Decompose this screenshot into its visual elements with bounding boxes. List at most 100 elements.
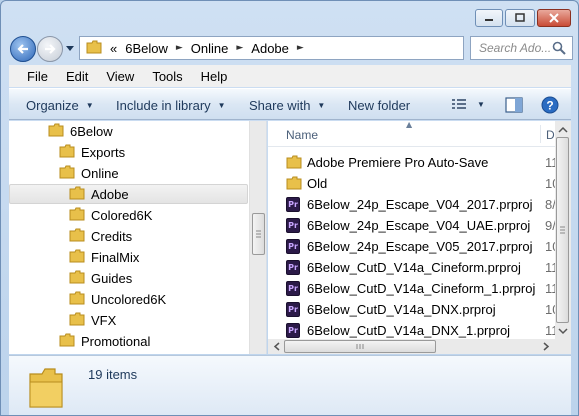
- column-header-date[interactable]: D: [546, 128, 555, 142]
- chevron-down-icon: ▼: [317, 101, 326, 110]
- organize-button[interactable]: Organize ▼: [26, 98, 94, 113]
- share-with-button[interactable]: Share with ▼: [249, 98, 325, 113]
- tree-item-uncolored6k[interactable]: Uncolored6K: [69, 289, 166, 309]
- minimize-button[interactable]: [475, 9, 503, 27]
- folder-icon: [59, 333, 75, 350]
- forward-button[interactable]: [37, 36, 63, 62]
- back-button[interactable]: [10, 36, 36, 62]
- tree-item-label: Online: [81, 165, 119, 181]
- menu-tools[interactable]: Tools: [143, 69, 191, 84]
- tree-item-vfx[interactable]: VFX: [69, 310, 116, 330]
- breadcrumb-adobe[interactable]: Adobe: [251, 41, 289, 56]
- menu-edit[interactable]: Edit: [57, 69, 97, 84]
- include-in-library-button[interactable]: Include in library ▼: [116, 98, 226, 113]
- breadcrumb-online[interactable]: Online: [191, 41, 229, 56]
- tree-item-label: Uncolored6K: [91, 291, 167, 307]
- tree-item-exports[interactable]: Exports: [59, 142, 125, 162]
- address-bar[interactable]: « 6Below ► Online ► Adobe ►: [79, 36, 537, 60]
- folder-icon: [69, 291, 85, 308]
- chevron-down-icon: ▼: [217, 101, 226, 110]
- new-folder-label: New folder: [348, 98, 411, 113]
- close-button[interactable]: [537, 9, 571, 27]
- search-icon[interactable]: [552, 41, 566, 58]
- folder-icon: [69, 249, 85, 266]
- folder-icon: [59, 144, 75, 161]
- menu-file[interactable]: File: [9, 69, 57, 84]
- scroll-down-icon[interactable]: [555, 324, 571, 338]
- tree-item-colored6k[interactable]: Colored6K: [69, 205, 152, 225]
- menu-view[interactable]: View: [97, 69, 143, 84]
- breadcrumb-separator-icon[interactable]: ►: [176, 43, 183, 53]
- breadcrumb-overflow[interactable]: «: [110, 41, 117, 56]
- scrollbar-thumb[interactable]: [252, 213, 265, 255]
- list-item[interactable]: Pr 6Below_CutD_V14a_DNX_1.prproj 11: [268, 320, 559, 341]
- tree-item-credits[interactable]: Credits: [69, 226, 132, 246]
- maximize-button[interactable]: [505, 9, 535, 27]
- folder-icon: [59, 165, 75, 182]
- preview-pane-button[interactable]: [505, 97, 523, 113]
- tree-item-label: Exports: [81, 144, 126, 160]
- help-button[interactable]: ?: [541, 96, 559, 114]
- scrollbar-thumb[interactable]: [284, 340, 436, 353]
- tree-item-6below[interactable]: 6Below: [48, 121, 113, 141]
- folder-icon: [69, 312, 85, 329]
- sort-ascending-icon: ▲: [406, 121, 413, 129]
- scroll-left-icon[interactable]: [270, 339, 284, 354]
- recent-pages-button[interactable]: [65, 43, 75, 55]
- tree-item-label: Credits: [91, 228, 133, 244]
- tree-item-guides[interactable]: Guides: [69, 268, 132, 288]
- premiere-project-icon: Pr: [286, 323, 300, 338]
- file-list-pane: ▲ Name D Adobe Premiere Pro Auto-Save 11…: [268, 121, 571, 354]
- preview-pane-icon: [505, 97, 523, 113]
- scroll-right-icon[interactable]: [539, 339, 553, 354]
- folder-icon: [86, 40, 102, 57]
- list-item[interactable]: Adobe Premiere Pro Auto-Save 11: [268, 152, 559, 173]
- menu-bar: File Edit View Tools Help: [9, 65, 571, 87]
- minimize-icon: [485, 19, 493, 21]
- list-item[interactable]: Pr 6Below_CutD_V14a_DNX.prproj 10: [268, 299, 559, 320]
- tree-item-finalmix[interactable]: FinalMix: [69, 247, 139, 267]
- tree-item-label: Guides: [91, 270, 133, 286]
- new-folder-button[interactable]: New folder: [348, 98, 410, 113]
- scrollbar-thumb[interactable]: [556, 137, 569, 323]
- breadcrumb-6below[interactable]: 6Below: [125, 41, 168, 56]
- list-item[interactable]: Pr 6Below_CutD_V14a_Cineform_1.prproj 11: [268, 278, 559, 299]
- list-item[interactable]: Pr 6Below_CutD_V14a_Cineform.prproj 11: [268, 257, 559, 278]
- folder-icon: [69, 207, 85, 224]
- list-item[interactable]: Old 10: [268, 173, 559, 194]
- menu-help[interactable]: Help: [192, 69, 237, 84]
- column-header-row: ▲ Name D: [268, 121, 571, 147]
- list-item[interactable]: Pr 6Below_24p_Escape_V04_UAE.prproj 9/: [268, 215, 556, 236]
- tree-item-promotional[interactable]: Promotional: [59, 331, 150, 351]
- file-name: Old: [307, 176, 328, 191]
- file-name: 6Below_CutD_V14a_DNX_1.prproj: [307, 323, 511, 338]
- breadcrumb-separator-icon[interactable]: ►: [236, 43, 243, 53]
- list-item[interactable]: Pr 6Below_24p_Escape_V04_2017.prproj 8/: [268, 194, 556, 215]
- premiere-project-icon: Pr: [286, 218, 300, 233]
- file-name: 6Below_24p_Escape_V04_2017.prproj: [307, 197, 533, 212]
- tree-item-adobe[interactable]: Adobe: [9, 184, 248, 204]
- file-list-vertical-scrollbar[interactable]: [555, 121, 571, 354]
- arrow-right-icon: [45, 44, 56, 54]
- arrow-left-icon: [17, 44, 28, 54]
- column-divider[interactable]: [540, 125, 541, 143]
- folder-icon: [286, 155, 302, 172]
- svg-text:?: ?: [546, 99, 553, 113]
- command-bar: Organize ▼ Include in library ▼ Share wi…: [9, 88, 571, 120]
- column-header-name[interactable]: Name: [286, 128, 318, 142]
- search-placeholder: Search Ado...: [479, 41, 552, 55]
- folder-icon: [69, 270, 85, 287]
- premiere-project-icon: Pr: [286, 281, 300, 296]
- change-view-button[interactable]: ▼: [451, 97, 485, 111]
- tree-item-label: 6Below: [70, 123, 113, 139]
- nav-pane-scrollbar[interactable]: [249, 121, 266, 354]
- file-name: 6Below_CutD_V14a_Cineform.prproj: [307, 260, 521, 275]
- tree-item-label: Colored6K: [91, 207, 153, 223]
- file-list-horizontal-scrollbar[interactable]: [268, 339, 555, 354]
- breadcrumb-separator-icon[interactable]: ►: [297, 43, 304, 53]
- scroll-up-icon[interactable]: [555, 123, 571, 137]
- search-input[interactable]: Search Ado...: [470, 36, 573, 60]
- file-name: 6Below_24p_Escape_V05_2017.prproj: [307, 239, 533, 254]
- tree-item-online[interactable]: Online: [59, 163, 119, 183]
- list-item[interactable]: Pr 6Below_24p_Escape_V05_2017.prproj 10: [268, 236, 559, 257]
